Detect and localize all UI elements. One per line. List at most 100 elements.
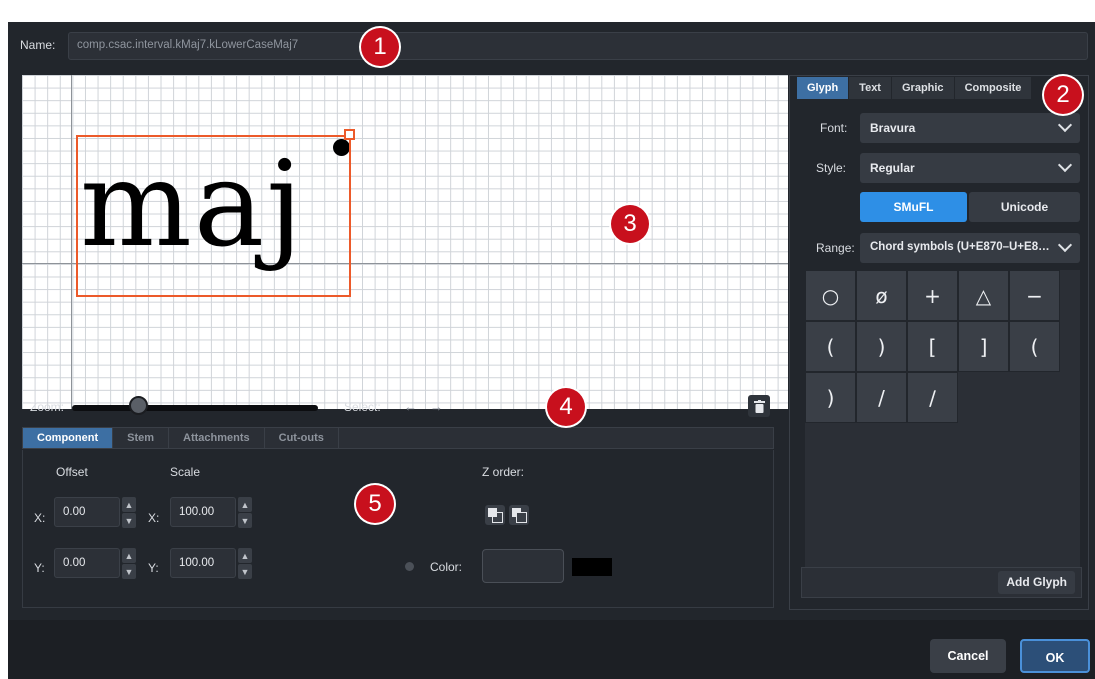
type-tabs: Glyph Text Graphic Composite <box>797 77 1033 99</box>
add-glyph-row: Add Glyph <box>801 567 1082 598</box>
offset-y-stepper[interactable]: ▲ ▼ <box>122 548 136 579</box>
font-label: Font: <box>820 121 848 135</box>
scale-label: Scale <box>170 465 201 479</box>
glyph-cell-paren-left[interactable]: ( <box>805 321 856 372</box>
decrement-icon[interactable]: ▼ <box>122 564 136 579</box>
resize-handle[interactable] <box>344 129 355 140</box>
decrement-icon[interactable]: ▼ <box>238 564 252 579</box>
name-value: comp.csac.interval.kMaj7.kLowerCaseMaj7 <box>77 39 299 51</box>
scale-y-stepper[interactable]: ▲ ▼ <box>238 548 252 579</box>
component-panel <box>22 450 774 608</box>
offset-x-stepper[interactable]: ▲ ▼ <box>122 497 136 528</box>
glyph-cell-paren-right-tall[interactable]: ) <box>805 372 856 423</box>
send-backward-icon <box>512 508 527 523</box>
scale-x-label: X: <box>148 511 160 525</box>
scale-x-stepper[interactable]: ▲ ▼ <box>238 497 252 528</box>
glyph-cell-paren-right[interactable]: ) <box>856 321 907 372</box>
callout-2: 2 <box>1044 76 1082 114</box>
component-tabbar: Component Stem Attachments Cut-outs <box>22 427 774 449</box>
name-label: Name: <box>20 38 56 52</box>
offset-x-field[interactable]: 0.00 <box>54 497 120 527</box>
style-label: Style: <box>816 161 847 175</box>
smufl-toggle[interactable]: SMuFL <box>860 192 967 222</box>
send-backward-button[interactable] <box>509 505 529 525</box>
glyph-cell-triangle[interactable]: △ <box>958 270 1009 321</box>
tab-glyph[interactable]: Glyph <box>797 77 850 99</box>
glyph-cell-paren-left-tall[interactable]: ( <box>1009 321 1060 372</box>
bring-forward-button[interactable] <box>485 505 505 525</box>
scale-y-label: Y: <box>148 561 159 575</box>
increment-icon[interactable]: ▲ <box>238 548 252 563</box>
range-select[interactable]: Chord symbols (U+E870–U+E8… <box>860 233 1080 263</box>
tab-text[interactable]: Text <box>849 77 892 99</box>
bring-forward-icon <box>488 508 503 523</box>
tab-composite[interactable]: Composite <box>954 77 1033 99</box>
callout-1: 1 <box>361 28 399 66</box>
increment-icon[interactable]: ▲ <box>238 497 252 512</box>
scale-y-field[interactable]: 100.00 <box>170 548 236 578</box>
style-select[interactable]: Regular <box>860 153 1080 183</box>
zoom-slider[interactable] <box>72 405 318 411</box>
tab-attachments[interactable]: Attachments <box>169 428 265 448</box>
scale-x-value: 100.00 <box>179 506 215 518</box>
glyph-cell-plus[interactable]: + <box>907 270 958 321</box>
color-field[interactable] <box>482 549 564 583</box>
zoom-label: Zoom: <box>30 400 65 414</box>
chevron-down-icon <box>1057 157 1073 173</box>
unicode-toggle[interactable]: Unicode <box>969 192 1080 222</box>
offset-x-value: 0.00 <box>63 506 86 518</box>
glyph-cell-minus[interactable]: − <box>1009 270 1060 321</box>
select-label: Select: <box>344 400 381 414</box>
cancel-button[interactable]: Cancel <box>930 639 1006 673</box>
glyph-cell-bracket-right[interactable]: ] <box>958 321 1009 372</box>
glyph-cell-half-diminished[interactable]: ø <box>856 270 907 321</box>
add-glyph-button[interactable]: Add Glyph <box>998 571 1075 594</box>
font-select[interactable]: Bravura <box>860 113 1080 143</box>
offset-x-label: X: <box>34 511 46 525</box>
offset-y-label: Y: <box>34 561 45 575</box>
scale-y-value: 100.00 <box>179 557 215 569</box>
chevron-down-icon <box>1057 237 1073 253</box>
glyph-cell-bracket-left[interactable]: [ <box>907 321 958 372</box>
editing-canvas[interactable]: maj <box>22 75 788 409</box>
selection-box[interactable] <box>76 135 351 297</box>
tab-component[interactable]: Component <box>23 428 114 448</box>
offset-label: Offset <box>56 465 88 479</box>
decrement-icon[interactable]: ▼ <box>238 513 252 528</box>
increment-icon[interactable]: ▲ <box>122 548 136 563</box>
style-value: Regular <box>870 161 915 175</box>
glyph-grid: ○ ø + △ − ( ) [ ] ( ) / ∕ <box>805 270 1080 580</box>
dialog-footer: Cancel OK <box>8 620 1095 679</box>
name-field[interactable]: comp.csac.interval.kMaj7.kLowerCaseMaj7 <box>68 32 1088 60</box>
increment-icon[interactable]: ▲ <box>122 497 136 512</box>
select-previous-arrow-icon[interactable]: ← <box>404 399 417 414</box>
glyph-cell-slash[interactable]: / <box>856 372 907 423</box>
vertical-axis-line <box>71 75 72 409</box>
chevron-down-icon <box>1057 117 1073 133</box>
color-label: Color: <box>430 560 463 574</box>
select-next-arrow-icon[interactable]: → <box>430 399 443 414</box>
trash-icon <box>753 399 765 413</box>
range-label: Range: <box>816 241 855 255</box>
callout-5: 5 <box>356 485 394 523</box>
range-value: Chord symbols (U+E870–U+E8… <box>870 241 1050 253</box>
zorder-label: Z order: <box>482 465 525 479</box>
color-toggle[interactable] <box>405 562 414 571</box>
delete-button[interactable] <box>748 395 770 417</box>
decrement-icon[interactable]: ▼ <box>122 513 136 528</box>
scale-x-field[interactable]: 100.00 <box>170 497 236 527</box>
font-value: Bravura <box>870 121 916 135</box>
offset-y-value: 0.00 <box>63 557 86 569</box>
color-swatch[interactable] <box>572 558 612 576</box>
ok-button[interactable]: OK <box>1020 639 1090 673</box>
edit-component-dialog: Name: comp.csac.interval.kMaj7.kLowerCas… <box>8 22 1095 679</box>
zoom-slider-thumb[interactable] <box>129 396 149 415</box>
glyph-cell-circle[interactable]: ○ <box>805 270 856 321</box>
tab-graphic[interactable]: Graphic <box>891 77 955 99</box>
glyph-cell-diagonal-slash[interactable]: ∕ <box>907 372 958 423</box>
callout-3: 3 <box>611 205 649 243</box>
callout-4: 4 <box>547 388 585 426</box>
tab-stem[interactable]: Stem <box>113 428 170 448</box>
offset-y-field[interactable]: 0.00 <box>54 548 120 578</box>
tab-cut-outs[interactable]: Cut-outs <box>265 428 339 448</box>
